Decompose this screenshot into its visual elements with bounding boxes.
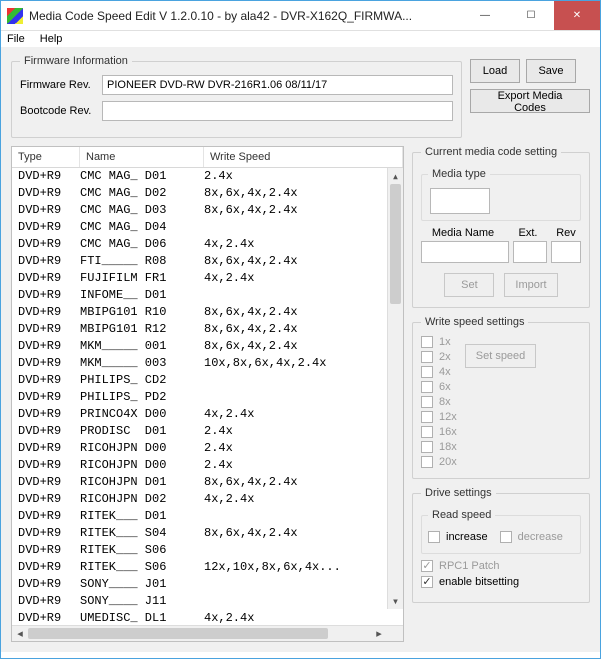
menu-file[interactable]: File	[7, 33, 25, 45]
table-row[interactable]: DVD+R9FUJIFILM FR14x,2.4x	[12, 270, 387, 287]
firmware-info-group: Firmware Information Firmware Rev. PIONE…	[11, 55, 462, 138]
table-row[interactable]: DVD+R9RICOHJPN D002.4x	[12, 440, 387, 457]
bootcode-rev-label: Bootcode Rev.	[20, 105, 102, 117]
table-row[interactable]: DVD+R9CMC MAG_ D064x,2.4x	[12, 236, 387, 253]
table-row[interactable]: DVD+R9PHILIPS_ PD2	[12, 389, 387, 406]
table-row[interactable]: DVD+R9RITEK___ D01	[12, 508, 387, 525]
increase-checkbox[interactable]	[428, 531, 440, 543]
table-row[interactable]: DVD+R9RICOHJPN D024x,2.4x	[12, 491, 387, 508]
table-row[interactable]: DVD+R9SONY____ J01	[12, 576, 387, 593]
drive-settings-group: Drive settings Read speed increase decre…	[412, 487, 590, 603]
ext-label: Ext.	[511, 227, 545, 239]
app-icon	[7, 8, 23, 24]
media-type-value	[430, 188, 490, 214]
table-row[interactable]: DVD+R9INFOME__ D01	[12, 287, 387, 304]
close-button[interactable]: ✕	[554, 1, 600, 30]
speed-checkbox	[421, 396, 433, 408]
export-media-codes-button[interactable]: Export Media Codes	[470, 89, 590, 113]
table-row[interactable]: DVD+R9CMC MAG_ D028x,6x,4x,2.4x	[12, 185, 387, 202]
titlebar[interactable]: Media Code Speed Edit V 1.2.0.10 - by al…	[1, 1, 600, 31]
rev-label: Rev	[551, 227, 581, 239]
col-type[interactable]: Type	[12, 147, 80, 167]
table-row[interactable]: DVD+R9PRINCO4X D004x,2.4x	[12, 406, 387, 423]
read-speed-group: Read speed increase decrease	[421, 509, 581, 554]
bitsetting-checkbox[interactable]	[421, 576, 433, 588]
rpc1-checkbox	[421, 560, 433, 572]
table-row[interactable]: DVD+R9MBIPG101 R128x,6x,4x,2.4x	[12, 321, 387, 338]
scroll-left-icon[interactable]: ◂	[12, 626, 28, 641]
scroll-up-icon[interactable]: ▴	[388, 168, 403, 184]
table-row[interactable]: DVD+R9RITEK___ S06	[12, 542, 387, 559]
minimize-button[interactable]: —	[462, 1, 508, 30]
maximize-button[interactable]: ☐	[508, 1, 554, 30]
media-type-group: Media type	[421, 168, 581, 221]
speed-checkbox	[421, 351, 433, 363]
table-row[interactable]: DVD+R9SONY____ J11	[12, 593, 387, 610]
scroll-right-icon[interactable]: ▸	[371, 626, 387, 641]
hscroll-thumb[interactable]	[28, 628, 328, 639]
firmware-rev-value: PIONEER DVD-RW DVR-216R1.06 08/11/17	[102, 75, 453, 95]
table-row[interactable]: DVD+R9RICOHJPN D018x,6x,4x,2.4x	[12, 474, 387, 491]
speed-checkbox	[421, 336, 433, 348]
load-button[interactable]: Load	[470, 59, 520, 83]
table-row[interactable]: DVD+R9MBIPG101 R108x,6x,4x,2.4x	[12, 304, 387, 321]
media-name-label: Media Name	[421, 227, 505, 239]
table-row[interactable]: DVD+R9RITEK___ S048x,6x,4x,2.4x	[12, 525, 387, 542]
speed-checkbox	[421, 426, 433, 438]
ext-input[interactable]	[513, 241, 547, 263]
media-name-input[interactable]	[421, 241, 509, 263]
table-row[interactable]: DVD+R9FTI_____ R088x,6x,4x,2.4x	[12, 253, 387, 270]
speed-checkbox	[421, 456, 433, 468]
table-row[interactable]: DVD+R9UMEDISC_ DL14x,2.4x	[12, 610, 387, 625]
speed-checkbox	[421, 441, 433, 453]
table-row[interactable]: DVD+R9CMC MAG_ D038x,6x,4x,2.4x	[12, 202, 387, 219]
vertical-scrollbar[interactable]: ▴ ▾	[387, 168, 403, 609]
rev-input[interactable]	[551, 241, 581, 263]
speed-checkbox	[421, 411, 433, 423]
menubar: File Help	[1, 31, 600, 47]
import-button[interactable]: Import	[504, 273, 557, 297]
media-table: Type Name Write Speed DVD+R9CMC MAG_ D01…	[11, 146, 404, 642]
table-row[interactable]: DVD+R9MKM_____ 0018x,6x,4x,2.4x	[12, 338, 387, 355]
scroll-thumb[interactable]	[390, 184, 401, 304]
col-speed[interactable]: Write Speed	[204, 147, 403, 167]
set-speed-button[interactable]: Set speed	[465, 344, 537, 368]
table-row[interactable]: DVD+R9CMC MAG_ D04	[12, 219, 387, 236]
table-row[interactable]: DVD+R9MKM_____ 00310x,8x,6x,4x,2.4x	[12, 355, 387, 372]
menu-help[interactable]: Help	[40, 33, 63, 45]
save-button[interactable]: Save	[526, 59, 576, 83]
current-media-group: Current media code setting Media type Me…	[412, 146, 590, 308]
write-speed-group: Write speed settings 1x2x4x6x8x12x16x18x…	[412, 316, 590, 479]
window-title: Media Code Speed Edit V 1.2.0.10 - by al…	[29, 9, 462, 23]
table-row[interactable]: DVD+R9PHILIPS_ CD2	[12, 372, 387, 389]
speed-checkbox	[421, 381, 433, 393]
table-row[interactable]: DVD+R9RITEK___ S0612x,10x,8x,6x,4x...	[12, 559, 387, 576]
decrease-checkbox	[500, 531, 512, 543]
table-row[interactable]: DVD+R9PRODISC D012.4x	[12, 423, 387, 440]
col-name[interactable]: Name	[80, 147, 204, 167]
firmware-legend: Firmware Information	[20, 55, 132, 67]
table-row[interactable]: DVD+R9CMC MAG_ D012.4x	[12, 168, 387, 185]
set-button[interactable]: Set	[444, 273, 494, 297]
scroll-down-icon[interactable]: ▾	[388, 593, 403, 609]
speed-checkbox	[421, 366, 433, 378]
horizontal-scrollbar[interactable]: ◂ ▸	[12, 625, 403, 641]
table-row[interactable]: DVD+R9RICOHJPN D002.4x	[12, 457, 387, 474]
firmware-rev-label: Firmware Rev.	[20, 79, 102, 91]
bootcode-rev-value	[102, 101, 453, 121]
